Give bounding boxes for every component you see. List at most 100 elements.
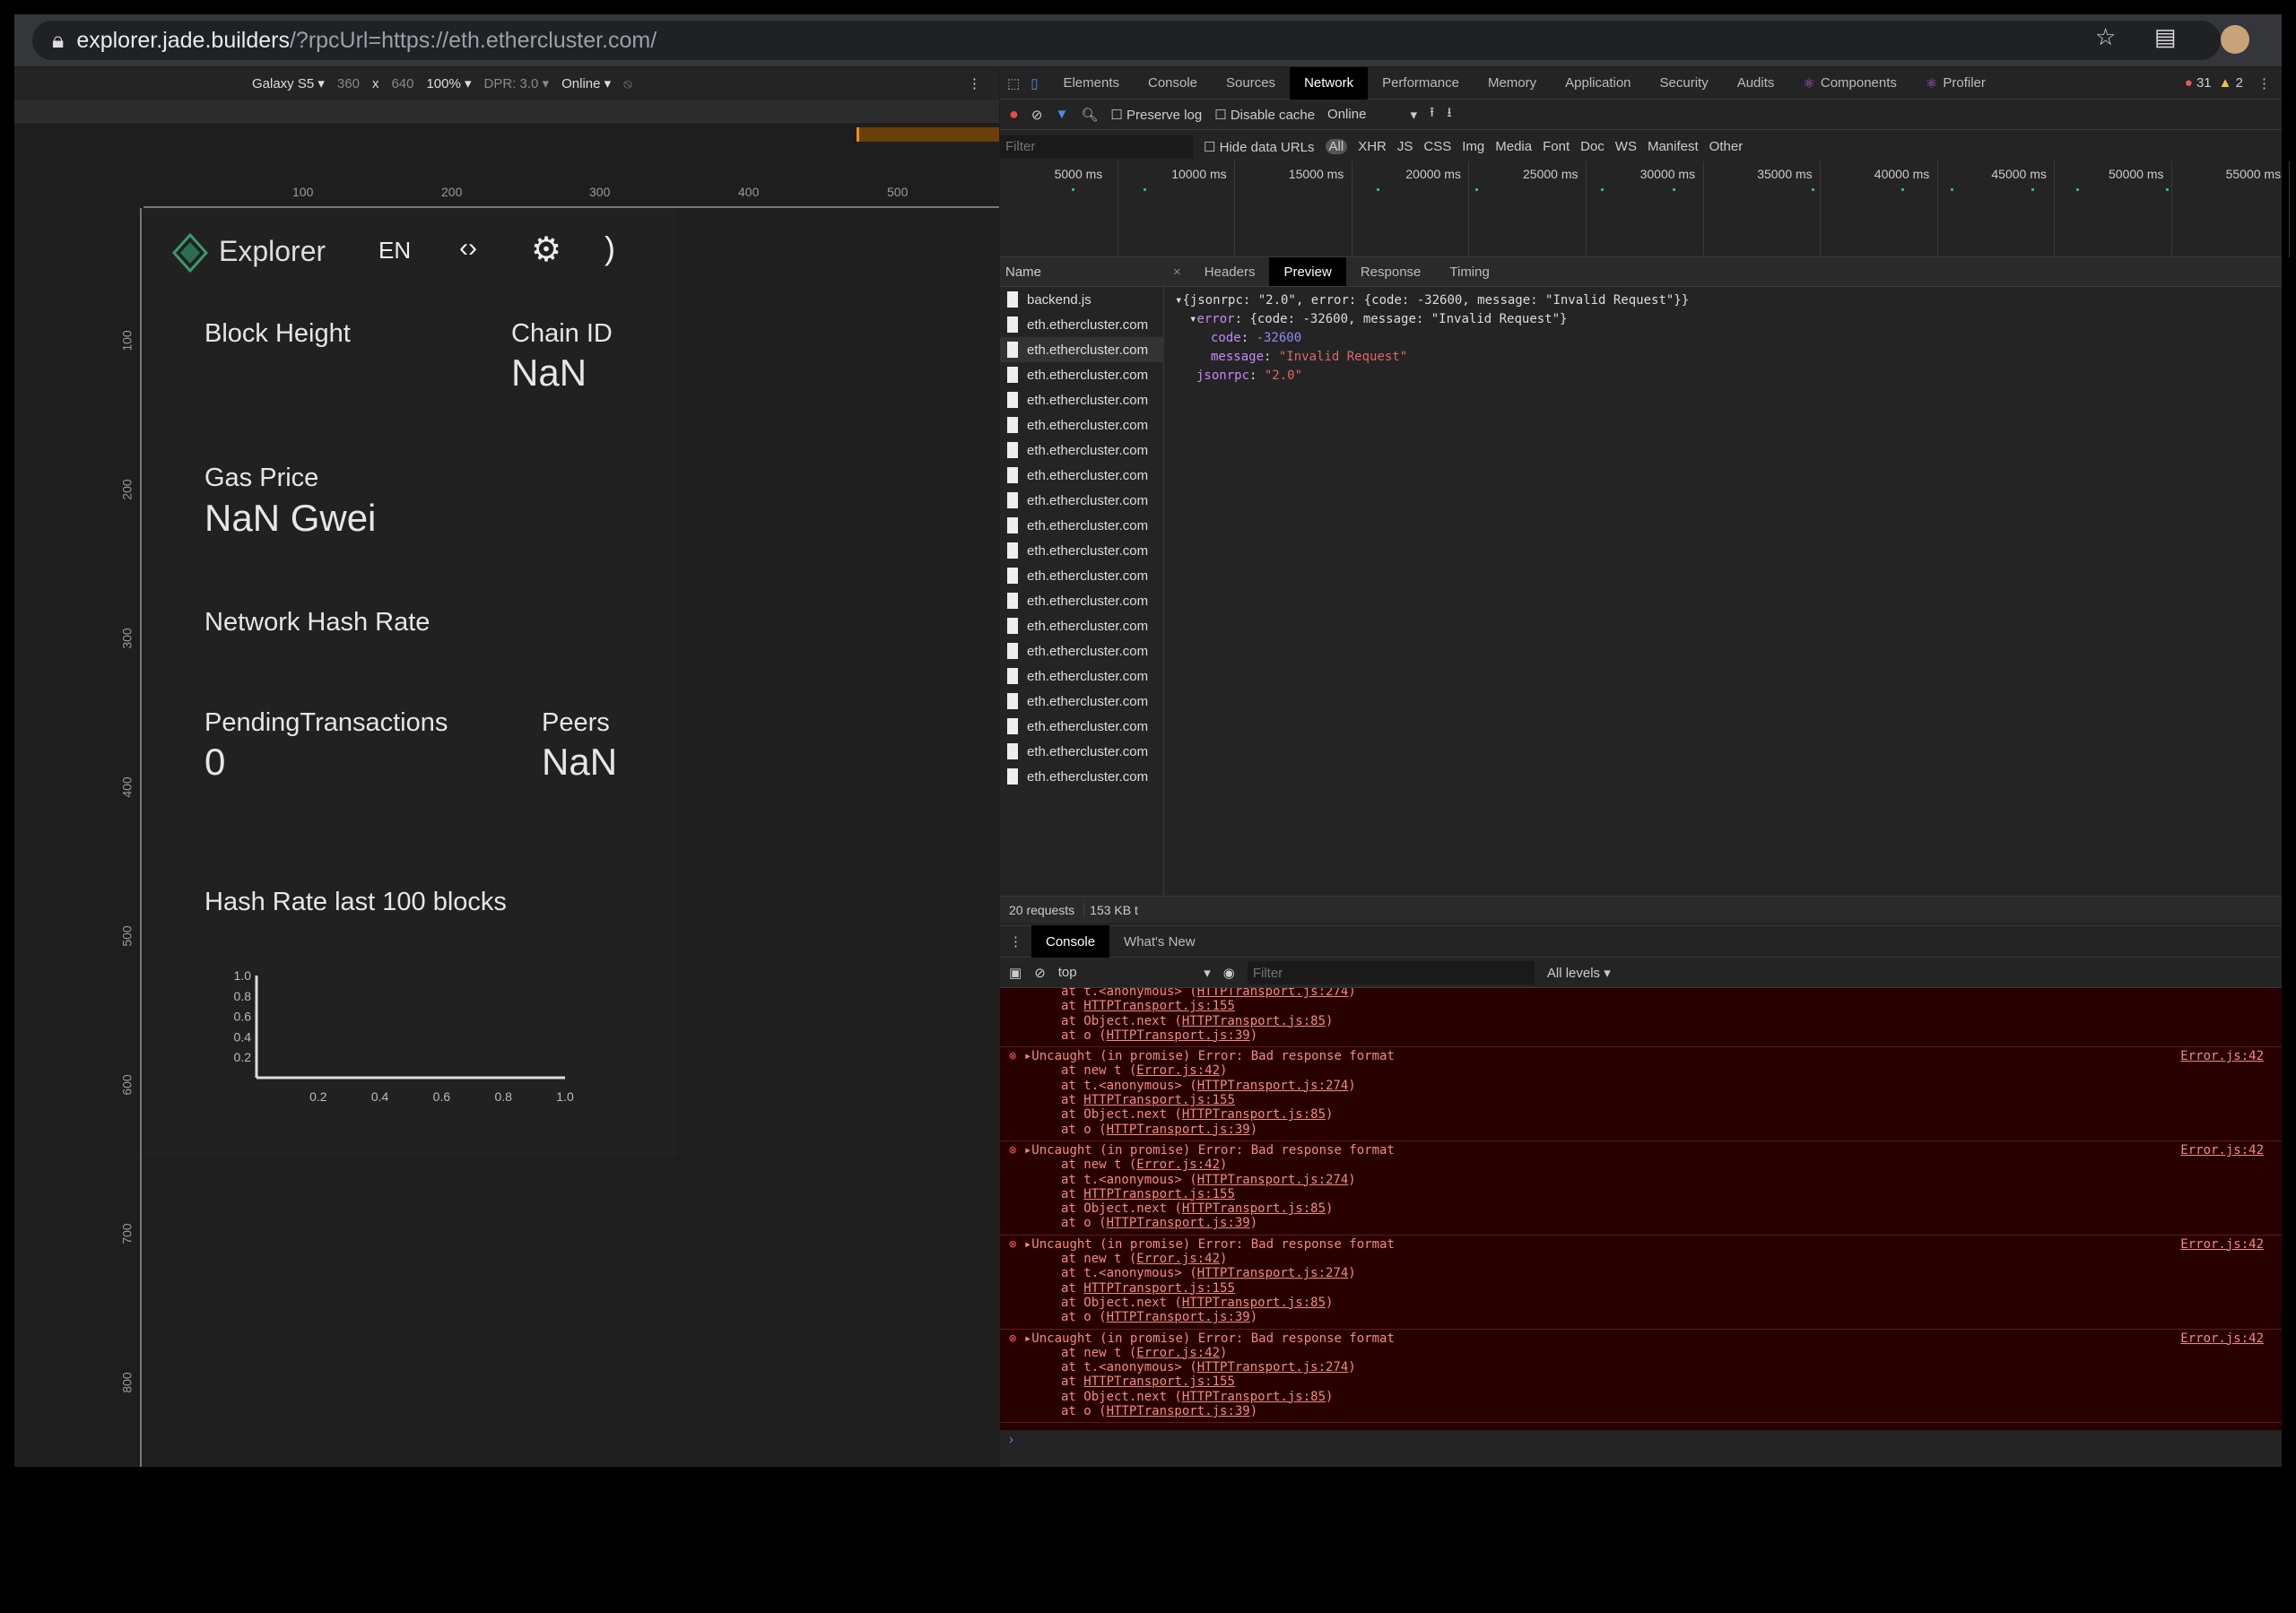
tab-security[interactable]: Security	[1646, 67, 1723, 100]
log-levels-select[interactable]: All levels ▾	[1547, 965, 1611, 981]
error-source-link[interactable]: Error.js:42	[2180, 1143, 2264, 1158]
clear-icon[interactable]: ⊘	[1031, 107, 1043, 123]
source-link[interactable]: HTTPTransport.js:274	[1197, 1079, 1349, 1093]
dpr-select[interactable]: DPR: 3.0 ▾	[484, 75, 550, 91]
request-row[interactable]: eth.ethercluster.com	[1000, 362, 1164, 387]
record-icon[interactable]: ●	[1009, 105, 1019, 124]
console-error[interactable]: ⊗ ▸Uncaught (in promise) Error: Bad resp…	[1000, 1236, 2282, 1330]
width-input[interactable]: 360	[337, 76, 360, 91]
import-har-icon[interactable]: ⭱	[1430, 103, 1434, 126]
tab-profiler[interactable]: ⚛ Profiler	[1911, 67, 2000, 100]
disable-cache-checkbox[interactable]: ☐ Disable cache	[1214, 107, 1315, 123]
network-throttle-select[interactable]: Online ▾	[1327, 107, 1417, 123]
error-source-link[interactable]: Error.js:42	[2180, 1331, 2264, 1346]
export-har-icon[interactable]: ⭳	[1447, 103, 1451, 126]
source-link[interactable]: Error.js:42	[1136, 1252, 1220, 1266]
request-row[interactable]: eth.ethercluster.com	[1000, 337, 1164, 362]
source-link[interactable]: HTTPTransport.js:155	[1083, 1187, 1235, 1201]
request-row[interactable]: eth.ethercluster.com	[1000, 638, 1164, 663]
rotate-icon[interactable]: ⦸	[623, 76, 632, 91]
request-row[interactable]: backend.js	[1000, 287, 1164, 312]
error-header[interactable]: ⊗ ▸Uncaught (in promise) Error: Bad resp…	[1009, 1143, 2264, 1158]
source-link[interactable]: Error.js:42	[1136, 1063, 1220, 1078]
error-header[interactable]: ⊗ ▸Uncaught (in promise) Error: Bad resp…	[1009, 1049, 2264, 1063]
source-link[interactable]: HTTPTransport.js:39	[1107, 1123, 1250, 1137]
request-row[interactable]: eth.ethercluster.com	[1000, 438, 1164, 463]
device-select[interactable]: Galaxy S5 ▾	[252, 75, 325, 91]
source-link[interactable]: HTTPTransport.js:39	[1107, 1028, 1250, 1043]
error-count-icon[interactable]: ● 31	[2185, 75, 2212, 91]
request-row[interactable]: eth.ethercluster.com	[1000, 463, 1164, 488]
console-error[interactable]: ⊗ ▸Uncaught (in promise) Error: Bad resp…	[1000, 1141, 2282, 1236]
network-filter-input[interactable]	[1000, 134, 1193, 159]
request-row[interactable]: eth.ethercluster.com	[1000, 538, 1164, 563]
hide-data-urls-checkbox[interactable]: ☐ Hide data URLs	[1204, 139, 1315, 155]
filter-type-ws[interactable]: WS	[1615, 139, 1637, 154]
request-row[interactable]: eth.ethercluster.com	[1000, 387, 1164, 412]
error-source-link[interactable]: Error.js:42	[2180, 1237, 2264, 1252]
dark-mode-moon-icon[interactable]: )	[604, 230, 615, 267]
json-error-node[interactable]: ▾error: {code: -32600, message: "Invalid…	[1175, 310, 1689, 329]
live-expression-eye-icon[interactable]: ◉	[1223, 965, 1235, 981]
request-row[interactable]: eth.ethercluster.com	[1000, 764, 1164, 789]
source-link[interactable]: HTTPTransport.js:85	[1182, 1107, 1326, 1122]
throttle-select[interactable]: Online ▾	[561, 75, 611, 91]
drawer-tab-whats-new[interactable]: What's New	[1109, 925, 1210, 958]
console-filter-input[interactable]	[1247, 961, 1535, 984]
request-row[interactable]: eth.ethercluster.com	[1000, 663, 1164, 689]
request-row[interactable]: eth.ethercluster.com	[1000, 312, 1164, 337]
media-query-bar[interactable]	[14, 100, 999, 123]
inspect-icon[interactable]: ⬚	[1000, 75, 1027, 91]
drawer-tab-console[interactable]: Console	[1031, 925, 1110, 958]
request-row[interactable]: eth.ethercluster.com	[1000, 613, 1164, 638]
request-row[interactable]: eth.ethercluster.com	[1000, 739, 1164, 764]
preserve-log-checkbox[interactable]: ☐ Preserve log	[1110, 107, 1202, 123]
console-error[interactable]: ⊗ ▸Uncaught (in promise) Error: Bad resp…	[1000, 1047, 2282, 1141]
error-header[interactable]: ⊗ ▸Uncaught (in promise) Error: Bad resp…	[1009, 1331, 2264, 1346]
source-link[interactable]: HTTPTransport.js:85	[1182, 1201, 1326, 1216]
name-column-header[interactable]: Name	[1000, 264, 1164, 280]
address-bar[interactable]: 🔒︎ explorer.jade.builders/?rpcUrl=https:…	[32, 21, 2221, 60]
filter-icon[interactable]: ▼	[1055, 107, 1068, 122]
source-link[interactable]: HTTPTransport.js:155	[1083, 1281, 1235, 1296]
tab-network[interactable]: Network	[1290, 66, 1369, 100]
error-header[interactable]: ⊗ ▸Uncaught (in promise) Error: Bad resp…	[1009, 1237, 2264, 1252]
source-link[interactable]: HTTPTransport.js:39	[1107, 1404, 1250, 1418]
filter-type-all[interactable]: All	[1325, 139, 1348, 154]
tab-components[interactable]: ⚛ Components	[1788, 67, 1911, 100]
source-link[interactable]: HTTPTransport.js:39	[1107, 1216, 1250, 1230]
clear-console-icon[interactable]: ⊘	[1034, 965, 1046, 981]
tab-audits[interactable]: Audits	[1723, 67, 1789, 100]
filter-type-img[interactable]: Img	[1462, 139, 1484, 154]
source-link[interactable]: HTTPTransport.js:274	[1197, 1266, 1349, 1280]
detail-tab-headers[interactable]: Headers	[1190, 257, 1270, 286]
filter-type-js[interactable]: JS	[1397, 139, 1413, 154]
bookmark-star-icon[interactable]: ☆	[2095, 23, 2116, 51]
warning-count-icon[interactable]: ▲ 2	[2219, 75, 2243, 91]
source-link[interactable]: HTTPTransport.js:274	[1197, 1360, 1349, 1375]
search-icon[interactable]: 🔍︎	[1081, 107, 1098, 123]
filter-type-font[interactable]: Font	[1543, 139, 1570, 154]
more-icon[interactable]: ⋮	[968, 75, 981, 91]
filter-type-xhr[interactable]: XHR	[1358, 139, 1387, 154]
source-link[interactable]: HTTPTransport.js:274	[1197, 988, 1349, 999]
request-row[interactable]: eth.ethercluster.com	[1000, 563, 1164, 588]
tab-console[interactable]: Console	[1134, 67, 1212, 100]
extension-icon[interactable]: ▤	[2154, 23, 2177, 51]
code-icon[interactable]: ‹›	[459, 233, 477, 264]
filter-type-media[interactable]: Media	[1495, 139, 1532, 154]
console-prompt[interactable]: ›	[1009, 1432, 1013, 1447]
network-timeline[interactable]: 5000 ms 10000 ms 15000 ms 20000 ms 25000 ms 3…	[1000, 161, 2290, 257]
sidebar-toggle-icon[interactable]: ▣	[1009, 965, 1022, 981]
tab-application[interactable]: Application	[1551, 67, 1645, 100]
console-error[interactable]: ⊗ ▸Uncaught (in promise) Error: Bad resp…	[1000, 1330, 2282, 1424]
source-link[interactable]: HTTPTransport.js:155	[1083, 1375, 1235, 1389]
filter-type-other[interactable]: Other	[1709, 139, 1744, 154]
request-row[interactable]: eth.ethercluster.com	[1000, 488, 1164, 513]
source-link[interactable]: HTTPTransport.js:85	[1182, 1296, 1326, 1310]
zoom-select[interactable]: 100% ▾	[426, 75, 471, 91]
json-root[interactable]: ▾{jsonrpc: "2.0", error: {code: -32600, …	[1175, 291, 1689, 310]
source-link[interactable]: Error.js:42	[1136, 1346, 1220, 1360]
detail-tab-response[interactable]: Response	[1346, 257, 1436, 286]
source-link[interactable]: HTTPTransport.js:155	[1083, 999, 1235, 1013]
